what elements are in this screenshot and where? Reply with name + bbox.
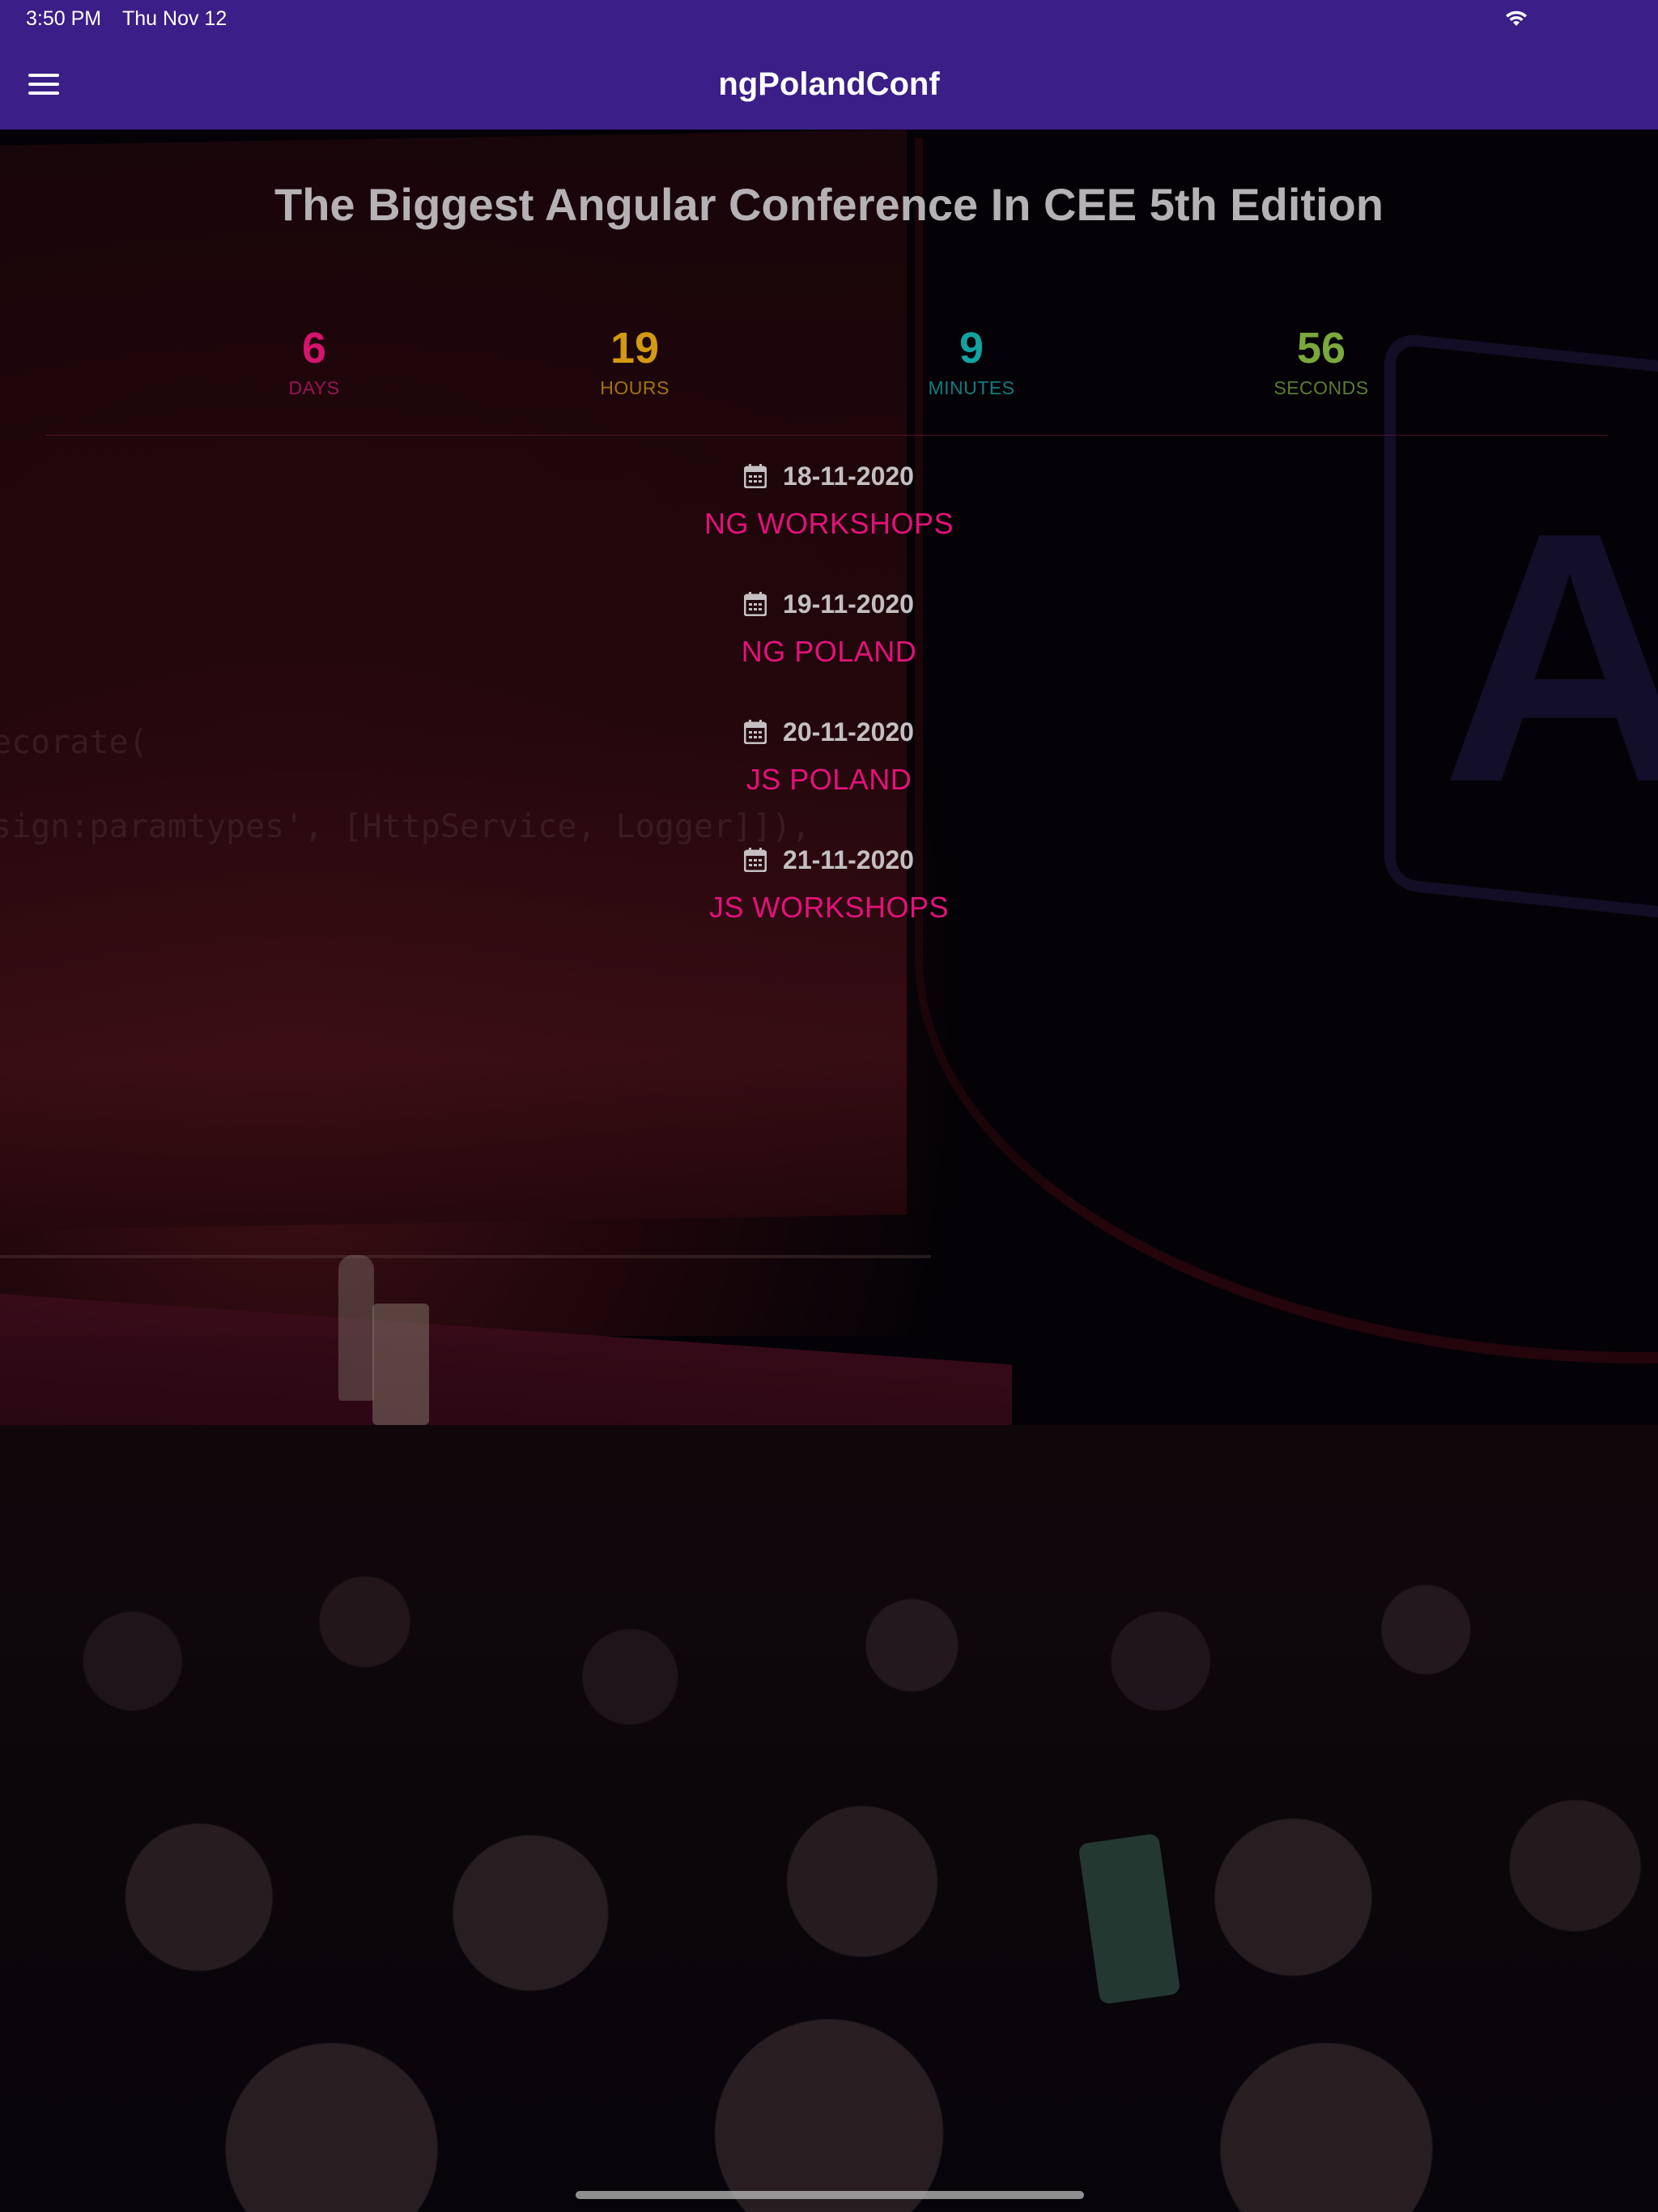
countdown-minutes-value: 9 [959, 324, 984, 372]
calendar-icon [744, 464, 767, 488]
event-item[interactable]: 21-11-2020 JS WORKSHOPS [0, 842, 1658, 926]
main-content: The Biggest Angular Conference In CEE 5t… [0, 130, 1658, 2212]
event-date: 19-11-2020 [783, 589, 914, 619]
status-time: 3:50 PM [26, 7, 102, 30]
countdown-minutes: 9 MINUTES [866, 324, 1077, 400]
event-name: NG POLAND [741, 635, 917, 668]
calendar-icon [744, 720, 767, 744]
event-name: JS WORKSHOPS [708, 891, 950, 924]
event-date: 18-11-2020 [783, 462, 914, 491]
home-indicator[interactable] [576, 2191, 1084, 2199]
countdown-seconds-label: SECONDS [1273, 377, 1369, 398]
event-date-row: 20-11-2020 [0, 714, 1658, 750]
event-name: NG WORKSHOPS [704, 507, 954, 540]
event-item[interactable]: 18-11-2020 NG WORKSHOPS [0, 458, 1658, 542]
event-item[interactable]: 20-11-2020 JS POLAND [0, 714, 1658, 798]
page-headline: The Biggest Angular Conference In CEE 5t… [274, 179, 1384, 230]
event-date: 20-11-2020 [783, 717, 914, 747]
app-title: ngPolandConf [718, 66, 940, 102]
status-date: Thu Nov 12 [122, 7, 227, 30]
section-divider [45, 435, 1608, 436]
event-date-row: 18-11-2020 [0, 458, 1658, 494]
countdown-minutes-label: MINUTES [928, 377, 1015, 398]
event-name: JS POLAND [746, 763, 912, 796]
wifi-icon [1506, 11, 1527, 26]
countdown-days-label: DAYS [288, 377, 340, 398]
event-date-row: 21-11-2020 [0, 842, 1658, 878]
countdown-hours-value: 19 [610, 324, 660, 372]
countdown-hours-label: HOURS [600, 377, 670, 398]
app-screen: ecorate( sign:paramtypes', [HttpService,… [0, 0, 1658, 2212]
countdown-seconds: 56 SECONDS [1216, 324, 1426, 400]
app-toolbar: 3:50 PM Thu Nov 12 ngPolandConf [0, 0, 1658, 130]
countdown-days: 6 DAYS [209, 324, 419, 400]
countdown-hours: 19 HOURS [529, 324, 740, 400]
event-date: 21-11-2020 [783, 845, 914, 874]
countdown-seconds-value: 56 [1296, 324, 1346, 372]
calendar-icon [744, 848, 767, 872]
countdown-days-value: 6 [301, 324, 327, 372]
event-item[interactable]: 19-11-2020 NG POLAND [0, 586, 1658, 670]
countdown-timer: 6 DAYS 19 HOURS 9 MINUTES 56 SECONDS [0, 324, 1658, 413]
calendar-icon [744, 592, 767, 616]
event-date-row: 19-11-2020 [0, 586, 1658, 622]
